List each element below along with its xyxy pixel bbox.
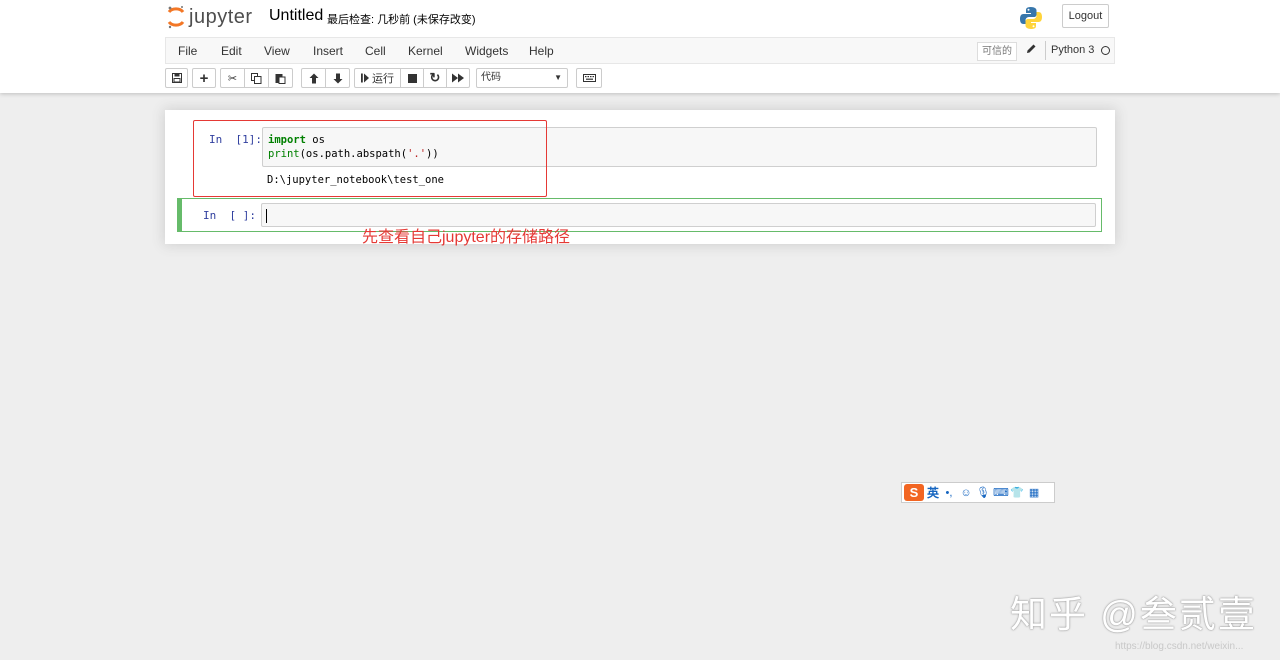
menu-widgets[interactable]: Widgets bbox=[465, 44, 508, 58]
toolbar-group-move bbox=[301, 68, 350, 88]
trusted-indicator[interactable]: 可信的 bbox=[977, 42, 1017, 61]
annotation-highlight-box bbox=[193, 120, 547, 197]
paste-button[interactable] bbox=[268, 68, 293, 88]
arrow-down-icon bbox=[333, 73, 342, 83]
cell-type-value: 代码 bbox=[481, 72, 501, 83]
toolbox-grid-icon[interactable]: ▦ bbox=[1027, 486, 1041, 499]
copy-button[interactable] bbox=[244, 68, 269, 88]
python-logo-icon bbox=[1020, 7, 1042, 29]
toolbar-group-edit: ✂ bbox=[220, 68, 293, 88]
ime-toolbar[interactable]: S 英 •, ☺ 🎙 ⌨ 👕 ▦ bbox=[901, 482, 1055, 503]
restart-button[interactable]: ↻ bbox=[423, 68, 447, 88]
cut-icon: ✂ bbox=[227, 72, 238, 85]
text-cursor bbox=[266, 209, 267, 223]
jupyter-logo-icon bbox=[167, 6, 185, 29]
toolbar-group-insert: + bbox=[192, 68, 216, 88]
zhihu-watermark: 知乎 @叁贰壹 bbox=[1010, 594, 1257, 635]
pencil-icon[interactable] bbox=[1026, 43, 1037, 54]
logo-text: jupyter bbox=[189, 5, 253, 28]
keyboard-icon bbox=[582, 74, 596, 82]
command-palette-button[interactable] bbox=[576, 68, 602, 88]
menu-view[interactable]: View bbox=[264, 44, 290, 58]
emoji-icon[interactable]: ☺ bbox=[959, 487, 973, 499]
annotation-text: 先查看自己jupyter的存储路径 bbox=[362, 229, 571, 246]
insert-cell-button[interactable]: + bbox=[192, 68, 216, 88]
microphone-icon[interactable]: 🎙 bbox=[976, 486, 990, 499]
menu-cell[interactable]: Cell bbox=[365, 44, 386, 58]
checkpoint-status: 最后检查: 几秒前 (未保存改变) bbox=[327, 14, 476, 26]
toolbar: + ✂ 运行 ↻ 代码 ▼ bbox=[165, 68, 1115, 90]
url-watermark: https://blog.csdn.net/weixin... bbox=[1115, 641, 1244, 652]
save-icon bbox=[171, 73, 182, 83]
copy-icon bbox=[251, 72, 262, 84]
keyboard-icon[interactable]: ⌨ bbox=[993, 486, 1009, 499]
header-container: jupyter Untitled 最后检查: 几秒前 (未保存改变) Logou… bbox=[166, 0, 1116, 37]
punctuation-icon[interactable]: •, bbox=[942, 487, 956, 499]
toolbar-group-run: 运行 ↻ bbox=[354, 68, 470, 88]
kernel-idle-indicator-icon bbox=[1101, 46, 1110, 55]
run-label: 运行 bbox=[372, 73, 394, 85]
notebook-name[interactable]: Untitled bbox=[269, 7, 323, 25]
kernel-name: Python 3 bbox=[1045, 41, 1094, 60]
logout-button[interactable]: Logout bbox=[1062, 4, 1109, 28]
toolbar-group-save bbox=[165, 68, 188, 88]
cell-type-select[interactable]: 代码 ▼ bbox=[476, 68, 568, 88]
cut-button[interactable]: ✂ bbox=[220, 68, 245, 88]
run-button[interactable]: 运行 bbox=[354, 68, 401, 88]
move-up-button[interactable] bbox=[301, 68, 326, 88]
toolbar-group-keyboard bbox=[576, 68, 602, 88]
skin-shirt-icon[interactable]: 👕 bbox=[1010, 486, 1024, 499]
fast-forward-icon bbox=[452, 73, 464, 83]
menu-edit[interactable]: Edit bbox=[221, 44, 242, 58]
stop-icon bbox=[407, 73, 417, 83]
menu-kernel[interactable]: Kernel bbox=[408, 44, 443, 58]
step-forward-icon bbox=[361, 73, 369, 83]
dropdown-arrow-icon: ▼ bbox=[554, 73, 562, 82]
restart-run-all-button[interactable] bbox=[446, 68, 470, 88]
header: jupyter Untitled 最后检查: 几秒前 (未保存改变) Logou… bbox=[0, 0, 1280, 93]
paste-icon bbox=[275, 73, 286, 84]
plus-icon: + bbox=[199, 69, 209, 87]
menu-file[interactable]: File bbox=[178, 44, 197, 58]
jupyter-logo[interactable]: jupyter bbox=[166, 4, 253, 30]
arrow-up-icon bbox=[309, 73, 318, 83]
input-prompt: In [ ]: bbox=[203, 209, 256, 222]
selected-code-cell[interactable]: In [ ]: bbox=[177, 198, 1102, 232]
refresh-icon: ↻ bbox=[429, 70, 441, 85]
menubar: File Edit View Insert Cell Kernel Widget… bbox=[165, 37, 1115, 64]
ime-mode-label[interactable]: 英 bbox=[927, 484, 939, 501]
sogou-logo-icon: S bbox=[904, 484, 924, 501]
menu-help[interactable]: Help bbox=[529, 44, 554, 58]
save-button[interactable] bbox=[165, 68, 188, 88]
move-down-button[interactable] bbox=[325, 68, 350, 88]
menu-insert[interactable]: Insert bbox=[313, 44, 343, 58]
interrupt-button[interactable] bbox=[400, 68, 424, 88]
